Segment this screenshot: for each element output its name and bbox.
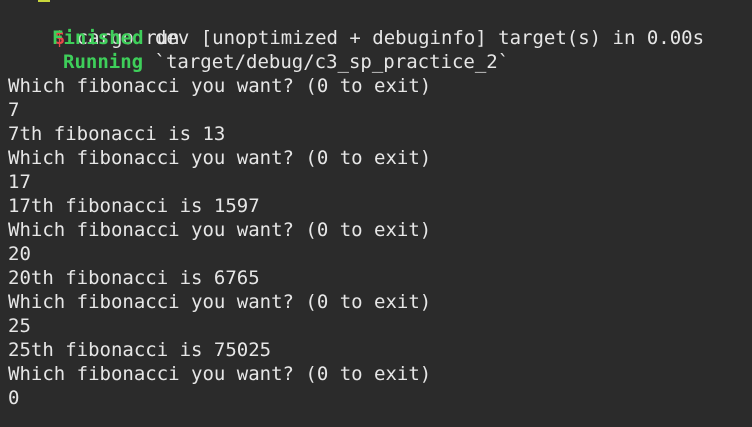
output-line: 0	[8, 387, 20, 409]
finished-text: dev [unoptimized + debuginfo] target(s) …	[154, 27, 705, 49]
output-line: 17th fibonacci is 1597	[8, 195, 260, 217]
finished-label: Finished	[52, 27, 144, 49]
output-line: Which fibonacci you want? (0 to exit)	[8, 219, 432, 241]
running-text: `target/debug/c3_sp_practice_2`	[154, 51, 510, 73]
scrolled-line-fragment	[38, 0, 50, 2]
terminal-window[interactable]: $ cargo run Finished dev [unoptimized + …	[0, 0, 752, 427]
build-running-line: Running `target/debug/c3_sp_practice_2`	[8, 50, 744, 74]
command-line: $ cargo run	[8, 0, 744, 49]
build-finished-line: Finished dev [unoptimized + debuginfo] t…	[8, 26, 744, 50]
output-line: 7	[8, 99, 20, 121]
output-line: Which fibonacci you want? (0 to exit)	[8, 147, 432, 169]
output-line: Which fibonacci you want? (0 to exit)	[8, 75, 432, 97]
running-label: Running	[63, 51, 144, 73]
output-line: 25	[8, 315, 31, 337]
output-line: Which fibonacci you want? (0 to exit)	[8, 363, 432, 385]
output-line: 20	[8, 243, 31, 265]
output-line: 20th fibonacci is 6765	[8, 267, 260, 289]
output-line: Which fibonacci you want? (0 to exit)	[8, 291, 432, 313]
output-line: 25th fibonacci is 75025	[8, 339, 272, 361]
output-line: 17	[8, 171, 31, 193]
output-line: 7th fibonacci is 13	[8, 123, 226, 145]
